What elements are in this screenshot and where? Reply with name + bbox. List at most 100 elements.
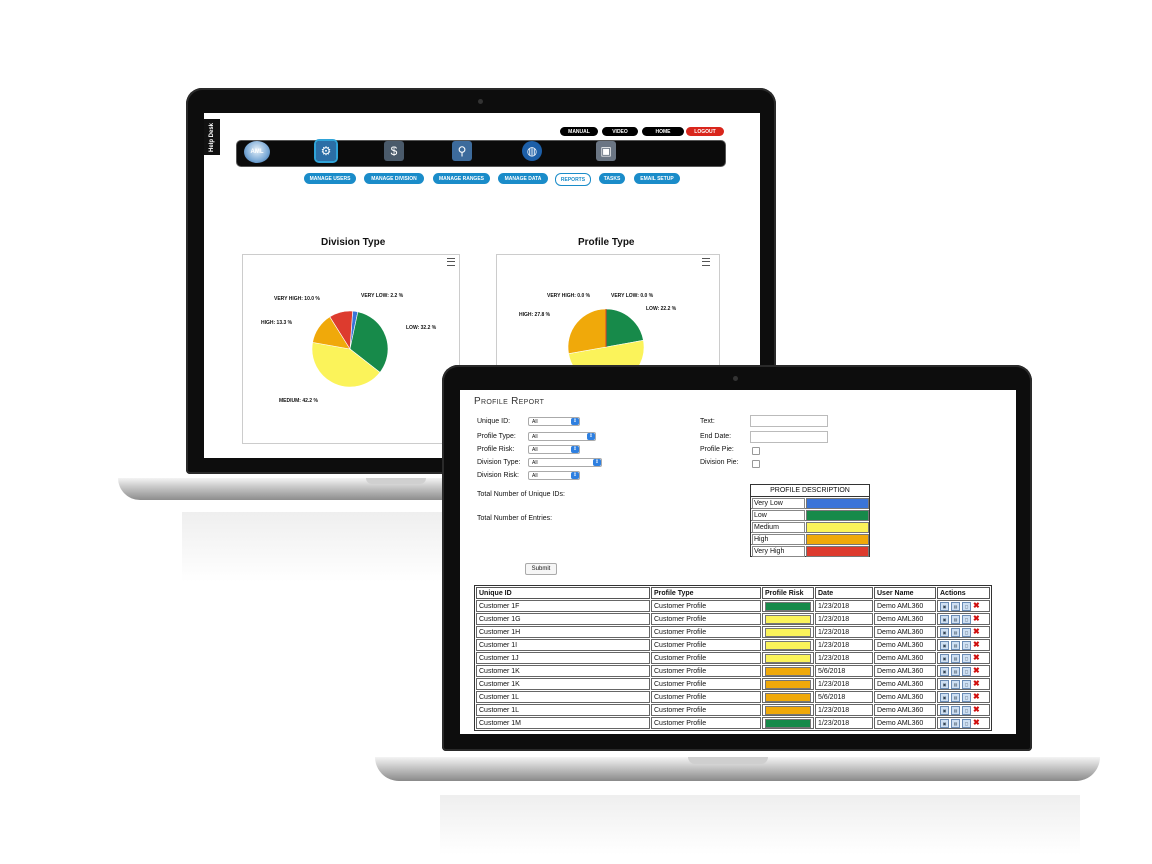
copy-icon[interactable]: ▢ [962, 692, 971, 702]
copy-icon[interactable]: ▢ [962, 666, 971, 676]
home-button[interactable]: HOME [642, 127, 684, 136]
delete-icon[interactable]: ✖ [973, 706, 980, 714]
table-row[interactable]: Customer 1K Customer Profile 1/23/2018 Demo… [476, 678, 990, 690]
legend-row-high: High [751, 533, 869, 545]
unique-id-select[interactable]: All ⇕ [528, 417, 580, 426]
manage-ranges-button[interactable]: MANAGE RANGES [433, 173, 490, 184]
edit-icon[interactable]: ▤ [951, 614, 960, 624]
column-header[interactable]: Date [815, 587, 873, 599]
table-row[interactable]: Customer 1J Customer Profile 1/23/2018 Demo… [476, 652, 990, 664]
actions-cell: ▣ ▤ ▢ ✖ [937, 717, 990, 729]
actions-group: ▣ ▤ ▢ ✖ [940, 653, 987, 663]
copy-icon[interactable]: ▢ [962, 705, 971, 715]
globe-icon[interactable]: ◍ [522, 141, 542, 161]
back-laptop-camera [478, 99, 483, 104]
logout-button[interactable]: LOGOUT [686, 127, 724, 136]
copy-icon[interactable]: ▢ [962, 653, 971, 663]
edit-icon[interactable]: ▤ [951, 692, 960, 702]
unique-id-value: All [532, 418, 538, 425]
legend-name: Low [752, 510, 805, 521]
table-row[interactable]: Customer 1M Customer Profile 1/23/2018 Demo… [476, 717, 990, 729]
edit-icon[interactable]: ▤ [951, 679, 960, 689]
delete-icon[interactable]: ✖ [973, 641, 980, 649]
date-cell: 1/23/2018 [815, 639, 873, 651]
profile-type-label: Profile Type: [477, 433, 516, 440]
delete-icon[interactable]: ✖ [973, 628, 980, 636]
view-icon[interactable]: ▣ [940, 627, 949, 637]
manual-button[interactable]: MANUAL [560, 127, 598, 136]
view-icon[interactable]: ▣ [940, 705, 949, 715]
division-pie-checkbox[interactable] [752, 460, 760, 468]
copy-icon[interactable]: ▢ [962, 679, 971, 689]
column-header[interactable]: Unique ID [476, 587, 650, 599]
email-setup-button[interactable]: EMAIL SETUP [634, 173, 680, 184]
profile-type-select[interactable]: All ⇕ [528, 432, 596, 441]
copy-icon[interactable]: ▢ [962, 640, 971, 650]
division-risk-select[interactable]: All ⇕ [528, 471, 580, 480]
division-type-select[interactable]: All ⇕ [528, 458, 602, 467]
view-icon[interactable]: ▣ [940, 653, 949, 663]
delete-icon[interactable]: ✖ [973, 719, 980, 727]
edit-icon[interactable]: ▤ [951, 601, 960, 611]
actions-cell: ▣ ▤ ▢ ✖ [937, 704, 990, 716]
delete-icon[interactable]: ✖ [973, 615, 980, 623]
delete-icon[interactable]: ✖ [973, 667, 980, 675]
video-button[interactable]: VIDEO [602, 127, 638, 136]
delete-icon[interactable]: ✖ [973, 693, 980, 701]
view-icon[interactable]: ▣ [940, 718, 949, 728]
briefcase-icon[interactable]: ▣ [596, 141, 616, 161]
edit-icon[interactable]: ▤ [951, 705, 960, 715]
table-row[interactable]: Customer 1L Customer Profile 1/23/2018 Demo… [476, 704, 990, 716]
view-icon[interactable]: ▣ [940, 601, 949, 611]
edit-icon[interactable]: ▤ [951, 627, 960, 637]
edit-icon[interactable]: ▤ [951, 640, 960, 650]
profile-pie-slice-3[interactable] [567, 308, 607, 354]
column-header[interactable]: User Name [874, 587, 936, 599]
profile-pie-checkbox[interactable] [752, 447, 760, 455]
delete-icon[interactable]: ✖ [973, 602, 980, 610]
table-row[interactable]: Customer 1I Customer Profile 1/23/2018 Demo… [476, 639, 990, 651]
table-row[interactable]: Customer 1G Customer Profile 1/23/2018 Demo… [476, 613, 990, 625]
manage-users-button[interactable]: MANAGE USERS [304, 173, 356, 184]
risk-swatch [765, 653, 811, 663]
copy-icon[interactable]: ▢ [962, 627, 971, 637]
manage-division-button[interactable]: MANAGE DIVISION [364, 173, 424, 184]
legend-swatch [806, 510, 869, 521]
date-cell: 1/23/2018 [815, 626, 873, 638]
profile-risk-select[interactable]: All ⇕ [528, 445, 580, 454]
edit-icon[interactable]: ▤ [951, 718, 960, 728]
table-row[interactable]: Customer 1H Customer Profile 1/23/2018 Demo… [476, 626, 990, 638]
view-icon[interactable]: ▣ [940, 692, 949, 702]
edit-icon[interactable]: ▤ [951, 666, 960, 676]
submit-button[interactable]: Submit [525, 563, 557, 575]
unique-id-label: Unique ID: [477, 418, 511, 425]
copy-icon[interactable]: ▢ [962, 614, 971, 624]
user-location-icon[interactable]: ⚲ [452, 141, 472, 161]
edit-icon[interactable]: ▤ [951, 653, 960, 663]
division-label-low: LOW: 32.2 % [406, 325, 437, 331]
view-icon[interactable]: ▣ [940, 679, 949, 689]
table-row[interactable]: Customer 1L Customer Profile 5/6/2018 Demo … [476, 691, 990, 703]
text-input[interactable] [750, 415, 828, 427]
view-icon[interactable]: ▣ [940, 640, 949, 650]
help-desk-tab[interactable]: Help Desk [204, 119, 220, 155]
delete-icon[interactable]: ✖ [973, 680, 980, 688]
table-row[interactable]: Customer 1K Customer Profile 5/6/2018 Demo … [476, 665, 990, 677]
actions-group: ▣ ▤ ▢ ✖ [940, 601, 987, 611]
manage-data-button[interactable]: MANAGE DATA [498, 173, 548, 184]
gears-icon[interactable]: ⚙ [314, 139, 338, 163]
select-arrow-icon: ⇕ [571, 472, 579, 479]
reports-button[interactable]: REPORTS [555, 173, 591, 186]
tasks-button[interactable]: TASKS [599, 173, 625, 184]
view-icon[interactable]: ▣ [940, 666, 949, 676]
delete-icon[interactable]: ✖ [973, 654, 980, 662]
aml360-logo[interactable]: AML [244, 141, 270, 163]
view-icon[interactable]: ▣ [940, 614, 949, 624]
table-row[interactable]: Customer 1F Customer Profile 1/23/2018 Demo… [476, 600, 990, 612]
column-header[interactable]: Profile Type [651, 587, 761, 599]
money-icon[interactable]: $ [384, 141, 404, 161]
column-header[interactable]: Profile Risk [762, 587, 814, 599]
copy-icon[interactable]: ▢ [962, 718, 971, 728]
copy-icon[interactable]: ▢ [962, 601, 971, 611]
end-date-input[interactable] [750, 431, 828, 443]
